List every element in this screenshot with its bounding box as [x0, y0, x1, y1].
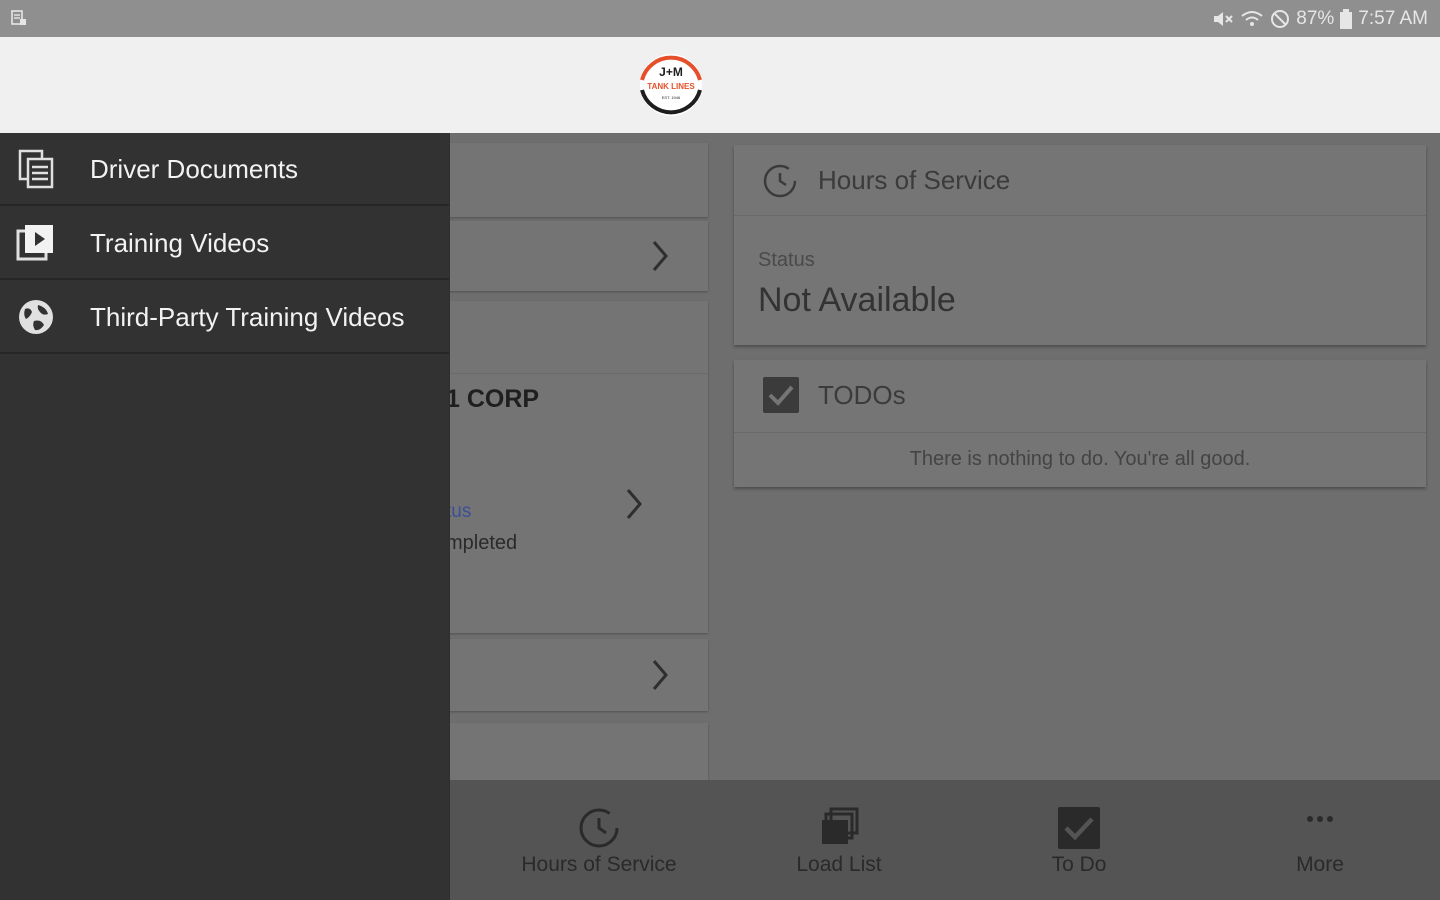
clock-icon — [763, 164, 797, 198]
nav-to-do[interactable]: To Do — [959, 780, 1199, 900]
chevron-right-icon — [652, 241, 668, 271]
hos-divider — [734, 215, 1426, 216]
globe-icon — [19, 300, 53, 334]
chevron-right-icon — [626, 489, 642, 519]
nav-hours-of-service-label: Hours of Service — [521, 853, 677, 876]
notification-icon — [11, 10, 26, 25]
load-status-value: mpleted — [446, 532, 518, 554]
todos-divider — [734, 432, 1426, 433]
drawer-edge — [449, 133, 450, 900]
nav-more[interactable]: More — [1200, 780, 1440, 900]
more-dots-icon — [1307, 816, 1333, 822]
clock-icon — [579, 808, 619, 848]
chevron-right-icon — [652, 660, 668, 690]
logo-text-bottom: EST. 1946 — [662, 95, 681, 100]
clock-time: 7:57 AM — [1358, 7, 1428, 29]
mute-icon — [1214, 11, 1233, 26]
do-not-disturb-icon — [1271, 9, 1290, 28]
checkbox-icon — [1058, 807, 1100, 849]
load-company: 1 CORP — [446, 385, 540, 413]
logo-text-top: J+M — [659, 65, 683, 79]
battery-percent: 87% — [1296, 7, 1335, 29]
navigation-drawer: Driver Documents Training Videos Third-P… — [0, 133, 449, 900]
status-bar: 87% 7:57 AM — [0, 0, 1440, 37]
nav-load-list-label: Load List — [796, 853, 882, 876]
battery-icon — [1340, 8, 1353, 29]
drawer-item-label: Training Videos — [90, 228, 270, 258]
drawer-item-driver-documents[interactable]: Driver Documents — [0, 133, 449, 206]
nav-more-label: More — [1296, 853, 1344, 876]
checkbox-icon — [763, 377, 799, 413]
hos-title: Hours of Service — [818, 165, 1011, 195]
drawer-item-third-party-training-videos[interactable]: Third-Party Training Videos — [0, 281, 449, 354]
hos-status-label: Status — [758, 249, 815, 271]
documents-icon — [18, 149, 54, 189]
wifi-icon — [1241, 10, 1263, 26]
drawer-item-label: Driver Documents — [90, 154, 299, 184]
nav-load-list[interactable]: Load List — [719, 780, 959, 900]
nav-hours-of-service[interactable]: Hours of Service — [479, 780, 719, 900]
todos-title: TODOs — [818, 380, 906, 410]
app-header: J+M TANK LINES EST. 1946 — [0, 37, 1440, 133]
todos-empty-message: There is nothing to do. You're all good. — [909, 448, 1251, 470]
drawer-item-label: Third-Party Training Videos — [90, 302, 405, 332]
jm-tank-lines-logo: J+M TANK LINES EST. 1946 — [640, 54, 702, 116]
drawer-item-training-videos[interactable]: Training Videos — [0, 207, 449, 280]
hos-status-value: Not Available — [758, 281, 956, 319]
logo-text-middle: TANK LINES — [647, 82, 695, 91]
nav-to-do-label: To Do — [1051, 853, 1107, 876]
play-video-icon — [16, 225, 53, 261]
hours-of-service-card[interactable]: Hours of Service Status Not Available — [734, 145, 1426, 345]
todos-card[interactable]: TODOs There is nothing to do. You're all… — [734, 360, 1426, 487]
load-list-icon — [822, 807, 859, 844]
